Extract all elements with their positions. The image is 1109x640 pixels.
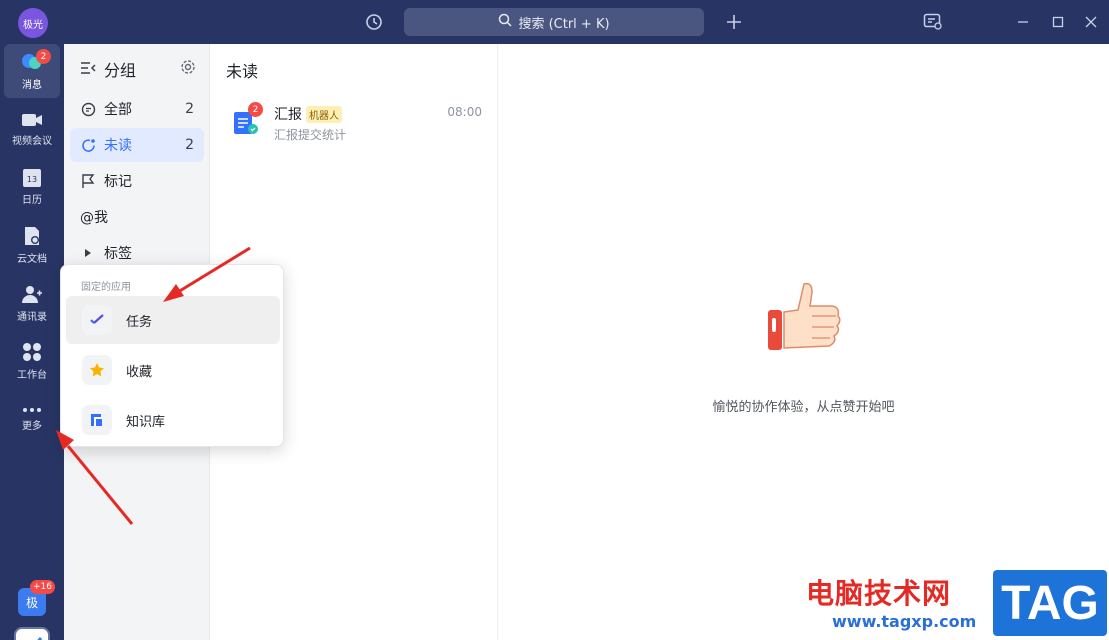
list-item[interactable]: 2 汇报 机器人 08:00 汇报提交统计 xyxy=(210,94,498,150)
maximize-icon[interactable] xyxy=(1047,11,1069,33)
group-item-all[interactable]: 全部 2 xyxy=(70,92,204,126)
workbench-icon xyxy=(22,342,42,362)
message-badge: 2 xyxy=(248,102,263,117)
flag-icon xyxy=(80,173,96,189)
nav-contacts[interactable]: 通讯录 xyxy=(4,276,60,330)
empty-state-text: 愉悦的协作体验，从点赞开始吧 xyxy=(712,400,895,415)
calendar-day: 13 xyxy=(26,174,38,184)
minimize-icon[interactable] xyxy=(1012,11,1034,33)
org-avatar[interactable]: 极 +16 xyxy=(18,580,55,616)
close-icon[interactable] xyxy=(1080,11,1102,33)
unread-badge: 2 xyxy=(36,49,51,64)
meeting-room-icon[interactable] xyxy=(922,11,944,33)
group-item-mentions[interactable]: @我 xyxy=(70,200,204,234)
app-logo-button[interactable] xyxy=(14,627,50,640)
message-preview: 汇报提交统计 xyxy=(274,128,347,142)
unread-icon xyxy=(80,137,96,153)
nav-label: 消息 xyxy=(22,79,42,91)
nav-messages[interactable]: 消息 2 xyxy=(4,44,60,98)
group-item-label: @我 xyxy=(80,210,108,226)
nav-label: 视频会议 xyxy=(12,135,52,147)
bot-tag: 机器人 xyxy=(306,105,342,123)
nav-label: 更多 xyxy=(22,420,42,432)
message-sender: 汇报 机器人 xyxy=(274,104,342,124)
add-icon[interactable] xyxy=(723,11,745,33)
message-time: 08:00 xyxy=(447,105,482,119)
sender-name: 汇报 xyxy=(274,107,302,123)
user-avatar[interactable]: 极光 xyxy=(18,8,48,38)
group-title: 分组 xyxy=(104,61,137,80)
group-item-count: 2 xyxy=(185,101,194,117)
nav-workbench[interactable]: 工作台 xyxy=(4,334,60,388)
group-item-label: 标签 xyxy=(104,246,132,262)
nav-video-meeting[interactable]: 视频会议 xyxy=(4,102,60,156)
watermark-url: www.tagxp.com xyxy=(832,612,977,631)
history-icon[interactable] xyxy=(363,11,385,33)
org-badge: +16 xyxy=(30,580,55,594)
pinned-app-knowledge-base[interactable]: 知识库 xyxy=(66,396,280,444)
nav-label: 云文档 xyxy=(17,253,47,265)
watermark-tag-logo: TAG xyxy=(993,570,1107,636)
group-item-label: 标记 xyxy=(104,174,132,190)
cloud-doc-icon xyxy=(22,226,42,246)
gear-icon[interactable] xyxy=(180,59,196,79)
group-item-unread[interactable]: 未读 2 xyxy=(70,128,204,162)
more-dots-icon xyxy=(22,407,42,413)
search-bar[interactable]: 搜索 (Ctrl + K) xyxy=(404,8,704,36)
triangle-icon xyxy=(80,245,96,261)
group-item-label: 全部 xyxy=(104,102,132,118)
task-check-icon xyxy=(82,305,112,335)
pinned-app-label: 任务 xyxy=(126,314,153,330)
app-logo-icon xyxy=(21,633,43,640)
thumbs-up-illustration xyxy=(764,276,844,360)
calendar-icon: 13 xyxy=(23,168,41,187)
group-item-count: 2 xyxy=(185,137,194,153)
video-camera-icon xyxy=(21,112,43,128)
nav-label: 日历 xyxy=(22,194,42,206)
chat-icon xyxy=(80,101,96,117)
pinned-app-label: 收藏 xyxy=(126,364,153,380)
group-item-flagged[interactable]: 标记 xyxy=(70,164,204,198)
contacts-icon xyxy=(21,284,43,304)
pinned-app-label: 知识库 xyxy=(126,414,166,430)
search-icon xyxy=(498,13,512,31)
pinned-apps-popup: 固定的应用 任务 收藏 知识库 xyxy=(60,264,284,447)
nav-label: 通讯录 xyxy=(17,311,47,323)
nav-cloud-docs[interactable]: 云文档 xyxy=(4,218,60,272)
pinned-app-favorites[interactable]: 收藏 xyxy=(66,346,280,394)
knowledge-base-icon xyxy=(82,405,112,435)
watermark-site-name: 电脑技术网 xyxy=(806,577,952,610)
org-avatar-text: 极 xyxy=(25,595,38,610)
star-icon xyxy=(82,355,112,385)
group-header: 分组 xyxy=(80,58,196,80)
nav-label: 工作台 xyxy=(17,369,47,381)
collapse-list-icon[interactable] xyxy=(80,60,96,79)
title-bar: 极光 搜索 (Ctrl + K) xyxy=(0,0,1109,44)
search-placeholder: 搜索 (Ctrl + K) xyxy=(518,16,610,32)
nav-more[interactable]: 更多 xyxy=(4,392,60,446)
nav-calendar[interactable]: 13 日历 xyxy=(4,160,60,214)
left-navigation: 消息 2 视频会议 13 日历 云文档 通讯录 工作台 更多 极 +16 xyxy=(0,44,64,640)
popup-heading: 固定的应用 xyxy=(81,282,131,293)
group-item-label: 未读 xyxy=(104,138,132,154)
message-list-title: 未读 xyxy=(226,62,259,81)
pinned-app-task[interactable]: 任务 xyxy=(66,296,280,344)
main-content: 愉悦的协作体验，从点赞开始吧 xyxy=(498,44,1109,640)
